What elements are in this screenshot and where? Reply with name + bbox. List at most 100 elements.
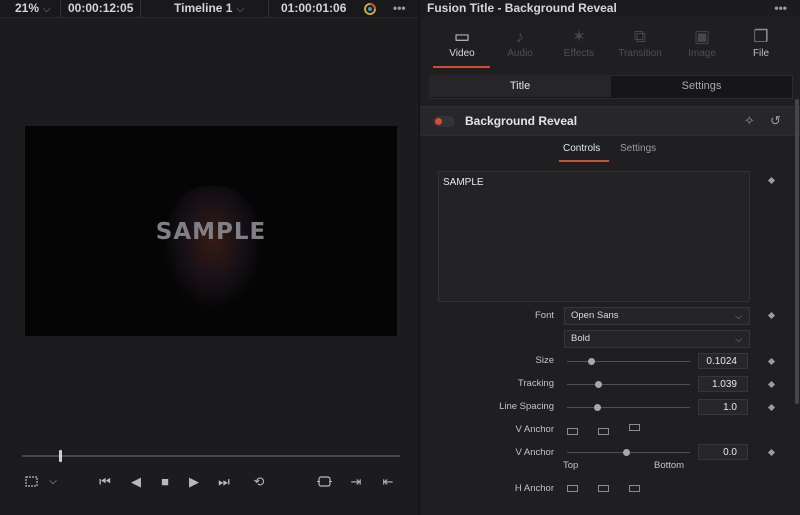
loop-icon[interactable]: ⟲ [248,470,270,494]
subtab-settings[interactable]: Settings [620,143,656,154]
bottom-label: Bottom [654,460,685,471]
keyframe-diamond-icon[interactable] [767,448,776,457]
keyframe-diamond-icon[interactable] [767,311,776,320]
chevron-down-icon: ⌵ [236,4,245,15]
canvas-title-text: SAMPLE [155,219,267,245]
play-reverse-icon[interactable]: ◀ [126,470,146,494]
color-wheel-icon[interactable] [362,0,378,17]
tab-file[interactable]: ❒ File [736,26,786,59]
font-style-value: Bold [571,333,591,344]
line-spacing-slider-handle[interactable] [594,404,601,411]
segment-title[interactable]: Title [429,75,611,97]
toggle-indicator [435,118,442,125]
transition-icon: ⧉ [633,27,647,46]
segment-settings[interactable]: Settings [611,75,792,97]
skip-to-end-icon[interactable]: ⏭ [213,470,235,494]
viewer-options-button[interactable]: ••• [393,0,406,17]
anchor-left-icon[interactable] [567,485,578,492]
keyframe-diamond-icon[interactable] [767,403,776,412]
tab-label: Transition [618,48,662,59]
image-icon: ▣ [693,27,711,46]
skip-to-start-icon[interactable]: ⏮ [94,470,116,494]
previous-edit-icon[interactable]: ⇤ [378,470,398,494]
tracking-value-field[interactable]: 1.039 [698,376,748,392]
text-input[interactable]: SAMPLE [438,171,750,302]
chevron-down-icon: ⌵ [735,334,742,344]
effects-icon: ✶ [571,27,587,46]
size-slider[interactable] [567,361,690,362]
size-slider-handle[interactable] [588,358,595,365]
chevron-down-icon: ⌵ [735,311,742,321]
tab-image[interactable]: ▣ Image [677,26,727,59]
divider [268,0,269,17]
inspector-header: Fusion Title - Background Reveal ••• [420,0,800,17]
tab-transition[interactable]: ⧉ Transition [615,26,665,59]
timeline-dropdown[interactable]: Timeline 1 ⌵ [174,0,244,17]
tracking-slider[interactable] [567,384,690,385]
title-background-glow [165,186,260,306]
viewer-toolbar: 21% ⌵ 00:00:12:05 Timeline 1 ⌵ 01:00:01:06… [0,0,418,18]
scrubber-bar[interactable] [22,455,400,457]
tab-video[interactable]: ▭ Video [437,26,487,59]
chevron-down-icon[interactable]: ⌵ [46,470,60,494]
video-canvas: SAMPLE [25,126,397,336]
v-anchor-slider-label: V Anchor [515,447,554,458]
tracking-label: Tracking [517,378,554,389]
enable-toggle[interactable] [433,116,455,127]
v-anchor-value-field[interactable]: 0.0 [698,444,748,460]
divider [60,0,61,17]
keyframe-diamond-icon[interactable] [767,357,776,366]
v-anchor-slider-handle[interactable] [623,449,630,456]
magic-wand-icon[interactable]: ✧ [744,113,755,129]
size-value-field[interactable]: 0.1024 [698,353,748,369]
timeline-name: Timeline 1 [174,1,233,15]
crop-icon[interactable] [20,470,42,494]
zoom-dropdown[interactable]: 21% ⌵ [15,0,51,17]
stop-icon[interactable]: ■ [155,470,175,494]
viewer-panel: 21% ⌵ 00:00:12:05 Timeline 1 ⌵ 01:00:01:06… [0,0,418,515]
divider [140,0,141,17]
zoom-level: 21% [15,1,40,15]
source-timecode: 00:00:12:05 [68,1,134,15]
anchor-bottom-icon[interactable] [629,424,640,431]
font-value: Open Sans [571,310,619,321]
tab-audio[interactable]: ♪ Audio [495,26,545,59]
anchor-center-icon[interactable] [598,485,609,492]
h-anchor-label: H Anchor [514,483,554,494]
active-subtab-indicator [559,160,609,162]
line-spacing-slider[interactable] [567,407,690,408]
match-frame-icon[interactable] [313,470,335,494]
tab-label: File [752,48,770,59]
v-anchor-label: V Anchor [515,424,554,435]
chevron-down-icon: ⌵ [43,4,51,15]
inspector-scrollbar[interactable] [795,99,799,404]
reset-icon[interactable]: ↺ [770,113,781,129]
music-note-icon: ♪ [515,27,525,46]
anchor-right-icon[interactable] [629,485,640,492]
font-style-dropdown[interactable]: Bold ⌵ [564,330,750,348]
line-spacing-value-field[interactable]: 1.0 [698,399,748,415]
anchor-top-icon[interactable] [567,428,578,435]
tab-label: Video [449,48,475,59]
file-icon: ❒ [753,27,769,46]
inspector-title: Fusion Title - Background Reveal [427,1,617,15]
subtab-controls[interactable]: Controls [563,143,600,154]
inspector-options-button[interactable]: ••• [774,0,787,17]
tracking-slider-handle[interactable] [595,381,602,388]
active-tab-indicator [433,66,490,68]
size-label: Size [535,355,554,366]
text-value: SAMPLE [443,177,484,188]
keyframe-diamond-icon[interactable] [767,380,776,389]
keyframe-diamond-icon[interactable] [767,176,776,185]
playhead[interactable] [58,450,62,462]
section-title: Background Reveal [465,114,578,128]
font-dropdown[interactable]: Open Sans ⌵ [564,307,750,325]
play-icon[interactable]: ▶ [184,470,204,494]
anchor-middle-icon[interactable] [598,428,609,435]
top-label: Top [563,460,579,471]
tab-label: Effects [563,48,595,59]
next-edit-icon[interactable]: ⇥ [346,470,366,494]
tab-effects[interactable]: ✶ Effects [554,26,604,59]
film-icon: ▭ [453,27,471,46]
line-spacing-label: Line Spacing [499,401,554,412]
